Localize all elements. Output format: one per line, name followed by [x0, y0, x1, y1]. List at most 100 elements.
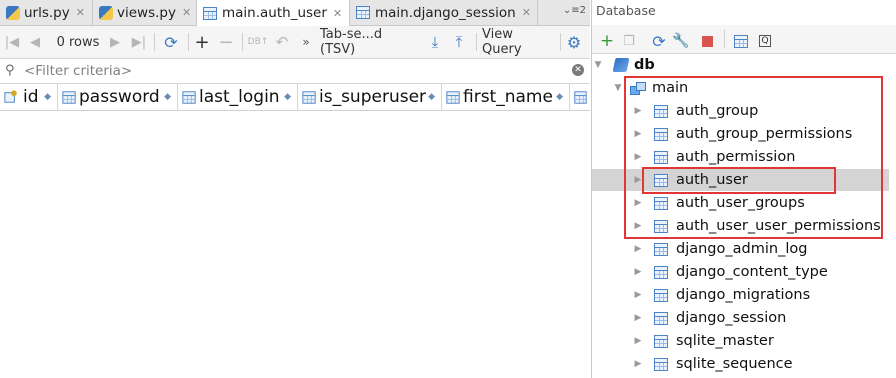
last-page-icon[interactable]: ▶| [130, 26, 148, 58]
table-icon [654, 288, 668, 302]
console-icon[interactable]: Q [756, 25, 774, 57]
tab-main-django-session[interactable]: main.django_session ✕ [350, 0, 538, 25]
tree-item-label: auth_permission [676, 149, 796, 165]
tree-item-db[interactable]: ▼ db [592, 54, 655, 76]
search-icon: ⚲ [5, 63, 15, 78]
expand-arrow-icon[interactable]: ▼ [592, 60, 604, 70]
tab-label: urls.py [24, 4, 70, 21]
expand-arrow-icon[interactable]: ▼ [612, 83, 624, 93]
download-icon[interactable]: ⤓ [426, 26, 444, 58]
table-icon [654, 219, 668, 233]
table-icon [654, 242, 668, 256]
column-header-first-name[interactable]: first_name ◆ [442, 84, 570, 110]
tree-item-table[interactable]: ▶ sqlite_sequence [632, 353, 793, 375]
sort-icon[interactable]: ◆ [428, 92, 435, 102]
tree-item-table[interactable]: ▶ django_content_type [632, 261, 828, 283]
tree-item-table[interactable]: ▶ django_admin_log [632, 238, 808, 260]
tree-item-label: auth_user_groups [676, 195, 805, 211]
filter-bar[interactable]: ⚲ <Filter criteria> ✕ [0, 59, 590, 84]
tree-item-label: auth_group_permissions [676, 126, 853, 142]
stop-icon[interactable] [698, 25, 716, 57]
sort-icon[interactable]: ◆ [164, 92, 171, 102]
refresh-icon[interactable]: ⟳ [160, 26, 182, 58]
expand-arrow-icon[interactable]: ▶ [632, 244, 644, 254]
column-header-row: id ◆ password ◆ last_login ◆ is_superuse… [0, 84, 590, 111]
tree-item-table[interactable]: ▶ auth_group_permissions [632, 123, 853, 145]
row-count: 0 rows [56, 34, 100, 50]
column-header-last-login[interactable]: last_login ◆ [178, 84, 298, 110]
add-row-icon[interactable]: + [194, 26, 210, 58]
tab-urls-py[interactable]: urls.py ✕ [0, 0, 93, 25]
view-query-button[interactable]: View Query [482, 26, 556, 58]
sort-icon[interactable]: ◆ [44, 92, 51, 102]
expand-arrow-icon[interactable]: ▶ [632, 267, 644, 277]
tree-item-table[interactable]: ▶ auth_group [632, 100, 759, 122]
tree-item-label: sqlite_master [676, 333, 774, 349]
clear-filter-icon[interactable]: ✕ [572, 64, 584, 76]
tabs-overflow-button[interactable]: ⌄≡2 [563, 5, 586, 16]
next-page-icon[interactable]: ▶ [108, 26, 122, 58]
tree-item-table[interactable]: ▶ auth_user_groups [632, 192, 805, 214]
close-icon[interactable]: ✕ [522, 6, 531, 19]
more-chevron-icon[interactable]: » [298, 26, 314, 58]
sort-icon[interactable]: ◆ [556, 92, 563, 102]
expand-arrow-icon[interactable]: ▶ [632, 313, 644, 323]
tree-item-table[interactable]: ▶ auth_permission [632, 146, 796, 168]
tab-main-auth-user[interactable]: main.auth_user ✕ [197, 0, 350, 26]
tree-item-main[interactable]: ▼ main [612, 77, 689, 99]
column-header-password[interactable]: password ◆ [58, 84, 178, 110]
properties-wrench-icon[interactable]: 🔧 [672, 25, 690, 57]
settings-gear-icon[interactable]: ⚙ [564, 26, 584, 58]
expand-arrow-icon[interactable]: ▶ [632, 198, 644, 208]
expand-arrow-icon[interactable]: ▶ [632, 152, 644, 162]
tab-views-py[interactable]: views.py ✕ [93, 0, 197, 25]
table-icon [654, 150, 668, 164]
close-icon[interactable]: ✕ [182, 6, 191, 19]
column-header-id[interactable]: id ◆ [0, 84, 58, 110]
column-icon [182, 90, 196, 104]
expand-arrow-icon[interactable]: ▶ [632, 290, 644, 300]
close-icon[interactable]: ✕ [333, 7, 342, 20]
tree-item-table[interactable]: ▶ django_session [632, 307, 787, 329]
tree-item-table[interactable]: ▶ django_migrations [632, 284, 811, 306]
column-name: password [79, 87, 160, 107]
sort-icon[interactable]: ◆ [284, 92, 291, 102]
table-view-icon[interactable] [732, 25, 750, 57]
python-file-icon [6, 5, 20, 20]
column-icon [446, 90, 460, 104]
revert-icon[interactable]: ↶ [274, 26, 290, 58]
expand-arrow-icon[interactable]: ▶ [632, 336, 644, 346]
tab-label: main.django_session [375, 4, 516, 21]
remove-row-icon[interactable]: − [218, 26, 234, 58]
previous-page-icon[interactable]: ◀ [28, 26, 42, 58]
export-format-select[interactable]: Tab-se...d (TSV) [320, 26, 420, 58]
tree-item-label: auth_user_user_permissions [676, 218, 881, 234]
expand-arrow-icon[interactable]: ▶ [632, 221, 644, 231]
upload-icon[interactable]: ⤒ [450, 26, 468, 58]
column-header-overflow[interactable] [570, 84, 590, 110]
tree-item-table[interactable]: ▶ auth_user_user_permissions [632, 215, 881, 237]
tree-item-auth-user[interactable]: ▶ auth_user [632, 169, 748, 191]
table-icon [356, 6, 370, 19]
python-file-icon [99, 5, 113, 20]
filter-input[interactable]: <Filter criteria> [24, 63, 132, 79]
column-name: is_superuser [319, 87, 427, 107]
expand-arrow-icon[interactable]: ▶ [632, 129, 644, 139]
copy-icon[interactable]: ❐ [620, 25, 638, 57]
first-page-icon[interactable]: |◀ [4, 26, 20, 58]
add-datasource-icon[interactable]: + [598, 25, 616, 57]
column-header-is-superuser[interactable]: is_superuser ◆ [298, 84, 442, 110]
expand-arrow-icon[interactable]: ▶ [632, 175, 644, 185]
close-icon[interactable]: ✕ [76, 6, 85, 19]
column-name: last_login [199, 87, 280, 107]
submit-db-icon[interactable]: DB↑ [248, 26, 269, 58]
datasource-icon [612, 58, 630, 72]
database-toolbar: + ❐ ⟳ 🔧 Q [592, 25, 896, 54]
table-icon [654, 196, 668, 210]
tree-item-label: django_admin_log [676, 241, 808, 257]
expand-arrow-icon[interactable]: ▶ [632, 106, 644, 116]
tree-item-table[interactable]: ▶ sqlite_master [632, 330, 774, 352]
expand-arrow-icon[interactable]: ▶ [632, 359, 644, 369]
refresh-icon[interactable]: ⟳ [650, 25, 668, 57]
database-panel: Database + ❐ ⟳ 🔧 Q ▼ db ▼ main ▶ auth_gr… [591, 0, 896, 378]
